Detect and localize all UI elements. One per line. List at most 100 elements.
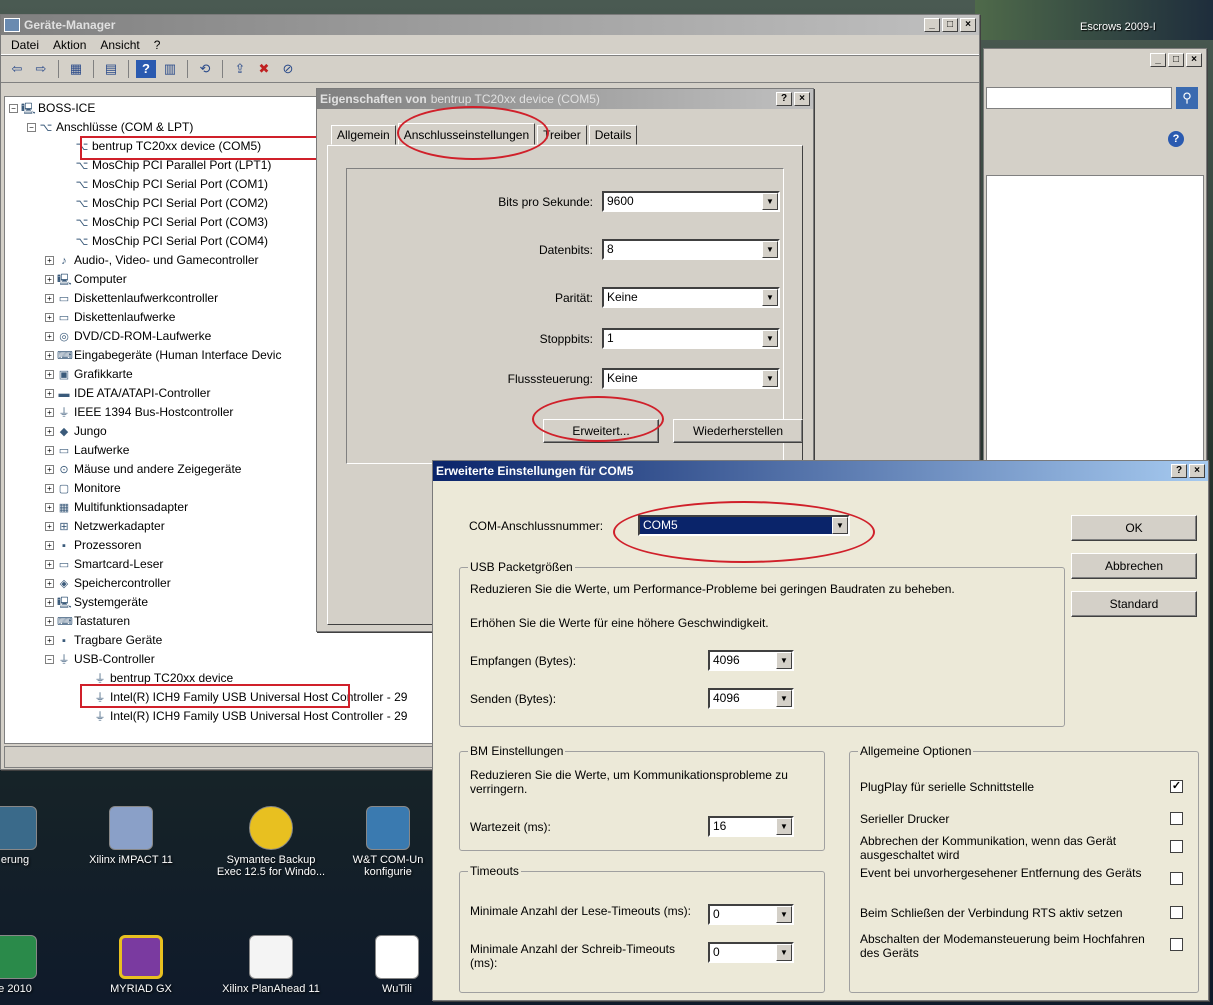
tree-row-category[interactable]: + 🖳 Computer [45,270,127,289]
tree-row-category[interactable]: + ▪ Prozessoren [45,536,141,555]
menu-help[interactable]: ? [154,38,161,52]
menu-datei[interactable]: Datei [11,38,39,52]
properties-icon[interactable]: ▤ [101,60,121,78]
expand-icon[interactable]: + [45,351,54,360]
read-timeout-select[interactable]: 0 ▼ [708,904,794,925]
expand-icon[interactable]: + [45,389,54,398]
expand-icon[interactable]: + [45,636,54,645]
tree-row-category[interactable]: + ⌨ Eingabegeräte (Human Interface Devic [45,346,281,365]
tree-row-device[interactable]: ⌥ MosChip PCI Serial Port (COM4) [75,232,268,251]
tree-row-category[interactable]: + ▭ Laufwerke [45,441,129,460]
latency-select[interactable]: 16 ▼ [708,816,794,837]
back-arrow-icon[interactable]: ⇦ [7,60,27,78]
details-icon[interactable]: ▥ [160,60,180,78]
chevron-down-icon[interactable]: ▼ [776,818,792,835]
uninstall-icon[interactable]: ✖ [254,60,274,78]
desktop-icon-0[interactable]: erung [0,806,70,866]
maximize-icon[interactable]: □ [942,18,958,32]
expand-icon[interactable]: + [45,465,54,474]
expand-icon[interactable]: + [45,370,54,379]
expand-icon[interactable]: + [45,275,54,284]
receive-select[interactable]: 4096 ▼ [708,650,794,671]
expand-icon[interactable]: + [45,617,54,626]
disable-icon[interactable]: ⊘ [278,60,298,78]
ok-button[interactable]: OK [1071,515,1197,541]
chevron-down-icon[interactable]: ▼ [776,944,792,961]
bits-select[interactable]: 9600 ▼ [602,191,780,212]
expand-icon[interactable]: + [45,541,54,550]
expand-icon[interactable]: + [45,560,54,569]
stopbits-select[interactable]: 1 ▼ [602,328,780,349]
tree-row-category[interactable]: + ◎ DVD/CD-ROM-Laufwerke [45,327,211,346]
collapse-icon[interactable]: − [45,655,54,664]
expand-icon[interactable]: + [45,484,54,493]
disable-modem-ctrl-checkbox[interactable] [1170,938,1183,951]
tree-row-category[interactable]: + ▪ Tragbare Geräte [45,631,162,650]
update-driver-icon[interactable]: ⇪ [230,60,250,78]
standard-button[interactable]: Standard [1071,591,1197,617]
tree-row-category[interactable]: + ⌨ Tastaturen [45,612,130,631]
rts-on-close-checkbox[interactable] [1170,906,1183,919]
view-icon[interactable]: ▦ [66,60,86,78]
close-icon[interactable]: × [1186,53,1202,67]
tree-row-device[interactable]: ⏚ Intel(R) ICH9 Family USB Universal Host… [93,707,408,726]
tree-row-category[interactable]: + ⏚ IEEE 1394 Bus-Hostcontroller [45,403,233,422]
help-icon[interactable]: ? [136,60,156,78]
minimize-icon[interactable]: _ [924,18,940,32]
restore-defaults-button[interactable]: Wiederherstellen [673,419,803,443]
expand-icon[interactable]: + [45,503,54,512]
surprise-removal-checkbox[interactable] [1170,872,1183,885]
expand-icon[interactable]: + [45,408,54,417]
forward-arrow-icon[interactable]: ⇨ [31,60,51,78]
desktop-icon-xilinx-impact[interactable]: Xilinx iMPACT 11 [76,806,186,866]
search-input[interactable] [986,87,1172,109]
chevron-down-icon[interactable]: ▼ [762,289,778,306]
tree-row-category[interactable]: + 🖳 Systemgeräte [45,593,148,612]
tree-row-device[interactable]: ⌥ MosChip PCI Serial Port (COM2) [75,194,268,213]
tree-row-device[interactable]: ⌥ MosChip PCI Serial Port (COM3) [75,213,268,232]
tree-row-category[interactable]: + ▭ Diskettenlaufwerkcontroller [45,289,218,308]
menu-ansicht[interactable]: Ansicht [100,38,139,52]
cancel-button[interactable]: Abbrechen [1071,553,1197,579]
send-select[interactable]: 4096 ▼ [708,688,794,709]
tree-row-category[interactable]: + ▭ Smartcard-Leser [45,555,163,574]
close-icon[interactable]: × [960,18,976,32]
scan-hardware-icon[interactable]: ⟲ [195,60,215,78]
help-icon[interactable]: ? [1168,131,1184,147]
help-icon[interactable]: ? [776,92,792,106]
chevron-down-icon[interactable]: ▼ [762,193,778,210]
tree-row-category[interactable]: + ♪ Audio-, Video- und Gamecontroller [45,251,259,270]
chevron-down-icon[interactable]: ▼ [776,652,792,669]
tree-row-category[interactable]: + ⊙ Mäuse und andere Zeigegeräte [45,460,241,479]
expand-icon[interactable]: + [45,313,54,322]
expand-icon[interactable]: + [45,256,54,265]
tab-allgemein[interactable]: Allgemein [331,125,396,145]
expand-icon[interactable]: + [45,598,54,607]
expand-icon[interactable]: + [45,332,54,341]
expand-icon[interactable]: + [45,579,54,588]
tree-row-category[interactable]: + ▬ IDE ATA/ATAPI-Controller [45,384,210,403]
close-icon[interactable]: × [1189,464,1205,478]
tree-row-category[interactable]: + ▢ Monitore [45,479,121,498]
menu-aktion[interactable]: Aktion [53,38,86,52]
plugplay-checkbox[interactable]: ✓ [1170,780,1183,793]
desktop-icon-2010[interactable]: e 2010 [0,935,70,995]
help-icon[interactable]: ? [1171,464,1187,478]
chevron-down-icon[interactable]: ▼ [762,330,778,347]
expand-icon[interactable]: + [45,446,54,455]
tree-row-usb[interactable]: − ⏚ USB-Controller [45,650,155,669]
maximize-icon[interactable]: □ [1168,53,1184,67]
tree-row-category[interactable]: + ▦ Multifunktionsadapter [45,498,188,517]
expand-icon[interactable]: + [45,427,54,436]
desktop-icon-planahead[interactable]: Xilinx PlanAhead 11 [216,935,326,995]
tree-row-ports[interactable]: − ⌥ Anschlüsse (COM & LPT) [27,118,193,137]
chevron-down-icon[interactable]: ▼ [776,690,792,707]
tree-row-category[interactable]: + ▭ Diskettenlaufwerke [45,308,175,327]
databits-select[interactable]: 8 ▼ [602,239,780,260]
chevron-down-icon[interactable]: ▼ [776,906,792,923]
minimize-icon[interactable]: _ [1150,53,1166,67]
collapse-icon[interactable]: − [9,104,18,113]
desktop-icon-wt-com[interactable]: W&T COM-Un konfigurie [342,806,434,878]
write-timeout-select[interactable]: 0 ▼ [708,942,794,963]
desktop-icon-symantec[interactable]: Symantec Backup Exec 12.5 for Windo... [216,806,326,878]
